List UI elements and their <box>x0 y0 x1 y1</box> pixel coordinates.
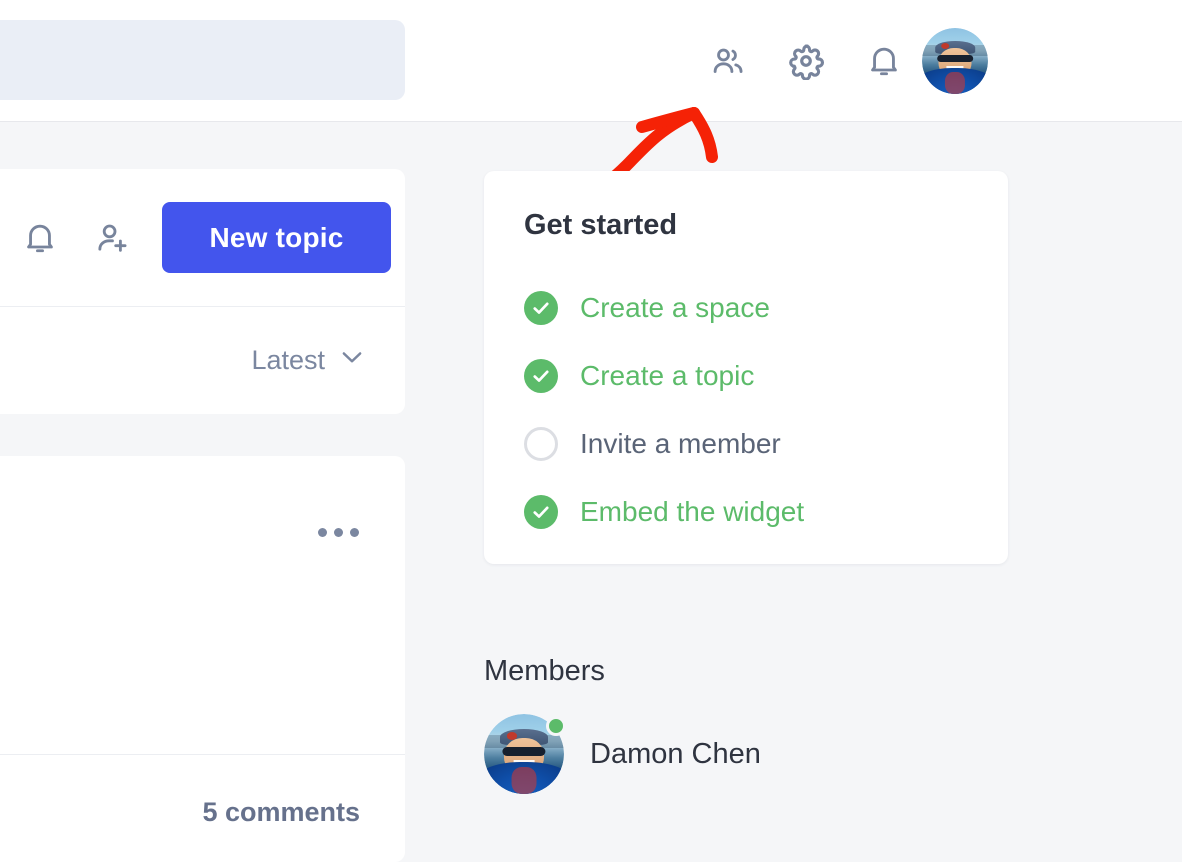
topic-post-footer: 5 comments <box>0 754 405 862</box>
get-started-checklist: Create a space Create a topic Invite a m… <box>524 274 984 546</box>
new-topic-button[interactable]: New topic <box>162 202 391 273</box>
bell-icon[interactable] <box>18 216 62 260</box>
post-more-menu-button[interactable] <box>318 528 359 537</box>
checklist-item-label: Create a space <box>580 292 770 323</box>
checklist-item-create-a-space[interactable]: Create a space <box>524 274 984 342</box>
avatar-photo <box>922 28 988 94</box>
bell-icon[interactable] <box>858 35 910 87</box>
app-header <box>0 0 1182 122</box>
checklist-item-invite-a-member[interactable]: Invite a member <box>524 410 984 478</box>
app-root: New topic Latest 5 comments Get started <box>0 0 1182 862</box>
get-started-card: Get started Create a space Create a topi… <box>484 171 1008 564</box>
gear-icon[interactable] <box>780 35 832 87</box>
online-status-badge <box>546 716 566 736</box>
checklist-item-label: Embed the widget <box>580 496 805 527</box>
search-input[interactable] <box>0 20 405 100</box>
checklist-item-label: Create a topic <box>580 360 755 391</box>
check-circle-icon <box>524 359 558 393</box>
person-add-icon[interactable] <box>90 216 134 260</box>
topic-toolbar-card: New topic <box>0 169 405 306</box>
sort-label: Latest <box>251 345 325 375</box>
topic-toolbar-row: New topic <box>18 169 391 306</box>
member-name: Damon Chen <box>590 737 761 770</box>
checklist-item-create-a-topic[interactable]: Create a topic <box>524 342 984 410</box>
checklist-item-embed-the-widget[interactable]: Embed the widget <box>524 478 984 546</box>
topic-sort-bar: Latest <box>0 306 405 414</box>
member-avatar-wrap <box>484 714 566 794</box>
avatar[interactable] <box>922 28 988 94</box>
checklist-item-label: Invite a member <box>580 428 781 459</box>
empty-circle-icon <box>524 427 558 461</box>
members-title: Members <box>484 655 605 687</box>
check-circle-icon <box>524 495 558 529</box>
comments-count[interactable]: 5 comments <box>202 797 360 828</box>
sort-dropdown[interactable]: Latest <box>251 342 367 379</box>
get-started-title: Get started <box>524 209 678 241</box>
people-icon[interactable] <box>702 35 754 87</box>
chevron-down-icon <box>337 342 367 379</box>
member-list-item[interactable]: Damon Chen <box>484 714 761 794</box>
check-circle-icon <box>524 291 558 325</box>
topic-post-card <box>0 456 405 754</box>
